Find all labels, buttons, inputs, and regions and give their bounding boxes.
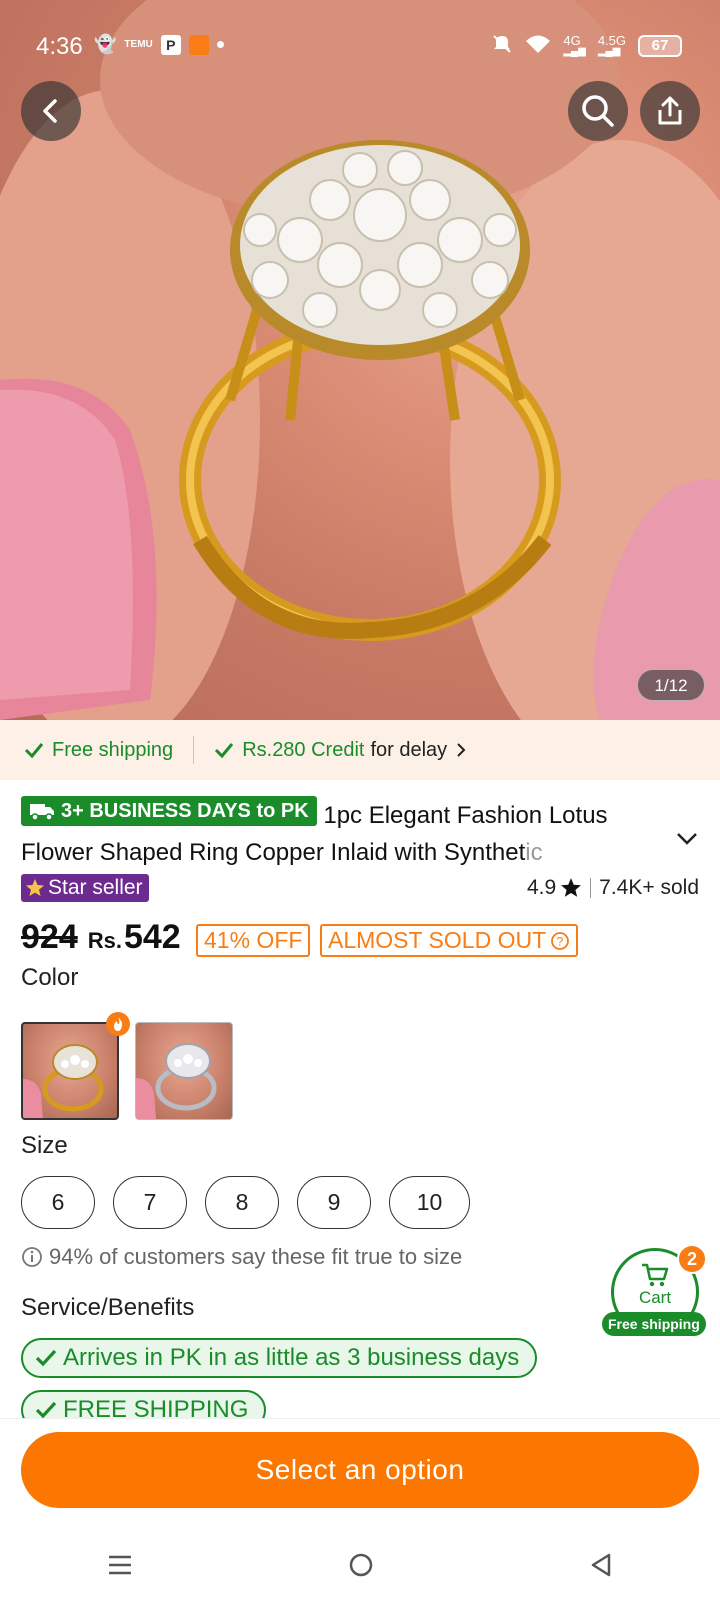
- currency: Rs.: [87, 928, 122, 953]
- size-option-10[interactable]: 10: [389, 1176, 470, 1229]
- check-icon: [24, 743, 44, 759]
- color-option-silver[interactable]: [135, 1022, 233, 1120]
- check-icon: [215, 743, 234, 759]
- status-bar: 4:36 👻 TEMU P 4G ▂▄▆ 4.5G ▂▄▆ 67: [0, 0, 720, 90]
- silver-ring-thumbnail: [136, 1043, 217, 1119]
- divider: [193, 736, 195, 764]
- sold-count: 7.4K+ sold: [599, 876, 699, 899]
- truck-icon: [30, 804, 54, 821]
- color-option-gold[interactable]: [21, 1022, 119, 1120]
- image-counter: 1/12: [637, 669, 705, 701]
- free-shipping-item: Free shipping: [24, 739, 173, 762]
- delivery-badge: 3+ BUSINESS DAYS to PK: [21, 796, 317, 826]
- menu-icon[interactable]: [107, 1554, 133, 1576]
- check-icon: [35, 1401, 57, 1419]
- size-option-8[interactable]: 8: [205, 1176, 279, 1229]
- svg-text:?: ?: [557, 934, 564, 948]
- p-app-icon: P: [160, 34, 181, 55]
- chevron-left-icon: [43, 99, 57, 123]
- discount-tag: 41% OFF: [196, 924, 311, 957]
- benefit-arrival[interactable]: Arrives in PK in as little as 3 business…: [21, 1338, 538, 1378]
- back-button[interactable]: [21, 81, 81, 141]
- search-icon: [582, 95, 614, 127]
- share-icon: [658, 96, 682, 125]
- service-label: Service/Benefits: [21, 1294, 195, 1321]
- star-seller-badge[interactable]: Star seller: [21, 874, 149, 902]
- wifi-icon: [525, 33, 551, 58]
- cart-count-badge: 2: [677, 1244, 707, 1274]
- star-seller-label: Star seller: [48, 876, 143, 899]
- title-line-2-fade: ic: [525, 839, 543, 866]
- system-navigation-bar: [0, 1530, 720, 1600]
- title-line-2: Flower Shaped Ring Copper Inlaid with Sy…: [21, 839, 526, 866]
- rating-star-icon: [561, 878, 582, 897]
- cart-free-shipping-badge: Free shipping: [602, 1312, 706, 1336]
- mute-icon: [491, 33, 513, 58]
- credit-amount: Rs.280 Credit: [242, 738, 365, 761]
- divider: [590, 878, 592, 898]
- price-row: 924 Rs. 542: [21, 918, 181, 957]
- signal-2-icon: 4.5G ▂▄▆: [597, 32, 626, 57]
- chevron-right-icon: [457, 743, 466, 757]
- sale-price: 542: [123, 918, 181, 956]
- system-icons: 4G ▂▄▆ 4.5G ▂▄▆ 67: [491, 33, 682, 58]
- product-title[interactable]: 3+ BUSINESS DAYS to PK 1pc Elegant Fashi…: [21, 796, 661, 871]
- rating-summary[interactable]: 4.9 7.4K+ sold: [527, 876, 699, 900]
- stock-tag-label: ALMOST SOLD OUT: [328, 927, 547, 953]
- fit-note-text: 94% of customers say these fit true to s…: [49, 1244, 463, 1269]
- info-icon: [22, 1247, 42, 1267]
- size-option-7[interactable]: 7: [113, 1176, 187, 1229]
- title-line-1: 1pc Elegant Fashion Lotus: [323, 802, 608, 829]
- status-time: 4:36: [36, 33, 83, 60]
- stock-tag[interactable]: ALMOST SOLD OUT ?: [320, 924, 579, 957]
- search-button[interactable]: [568, 81, 628, 141]
- shipping-benefits-bar[interactable]: Free shipping Rs.280 Credit for delay: [0, 720, 720, 780]
- size-label: Size: [21, 1132, 68, 1159]
- color-label: Color: [21, 964, 79, 991]
- credit-item[interactable]: Rs.280 Credit for delay: [214, 739, 467, 762]
- dot-icon: [216, 41, 224, 48]
- size-option-9[interactable]: 9: [297, 1176, 371, 1229]
- hot-icon: [106, 1012, 130, 1036]
- check-icon: [35, 1349, 57, 1367]
- free-shipping-label: Free shipping: [52, 738, 174, 761]
- battery-icon: 67: [638, 34, 682, 57]
- network-label-2: 4.5G: [597, 32, 626, 48]
- fit-note: 94% of customers say these fit true to s…: [21, 1244, 462, 1270]
- delivery-badge-text: 3+ BUSINESS DAYS to PK: [61, 799, 309, 822]
- select-option-button[interactable]: Select an option: [21, 1432, 699, 1508]
- notification-icons: 👻 TEMU P: [94, 34, 224, 55]
- app-icon: [188, 34, 209, 55]
- original-price: 924: [21, 918, 78, 956]
- cart-label: Cart: [638, 1288, 672, 1307]
- gold-ring-thumbnail: [23, 1044, 104, 1118]
- signal-1-icon: 4G ▂▄▆: [563, 32, 586, 57]
- credit-suffix: for delay: [370, 738, 448, 761]
- home-icon[interactable]: [348, 1552, 374, 1578]
- size-option-6[interactable]: 6: [21, 1176, 95, 1229]
- question-icon: ?: [551, 931, 570, 950]
- cart-icon: [642, 1263, 669, 1287]
- chevron-down-icon[interactable]: [676, 832, 698, 846]
- star-icon: [26, 879, 44, 896]
- share-button[interactable]: [640, 81, 700, 141]
- benefit-arrival-text: Arrives in PK in as little as 3 business…: [63, 1344, 520, 1371]
- temu-icon: TEMU: [124, 39, 153, 50]
- network-label-1: 4G: [563, 32, 581, 48]
- rating-value: 4.9: [526, 876, 557, 899]
- back-nav-icon[interactable]: [589, 1552, 613, 1578]
- snapchat-icon: 👻: [94, 34, 117, 54]
